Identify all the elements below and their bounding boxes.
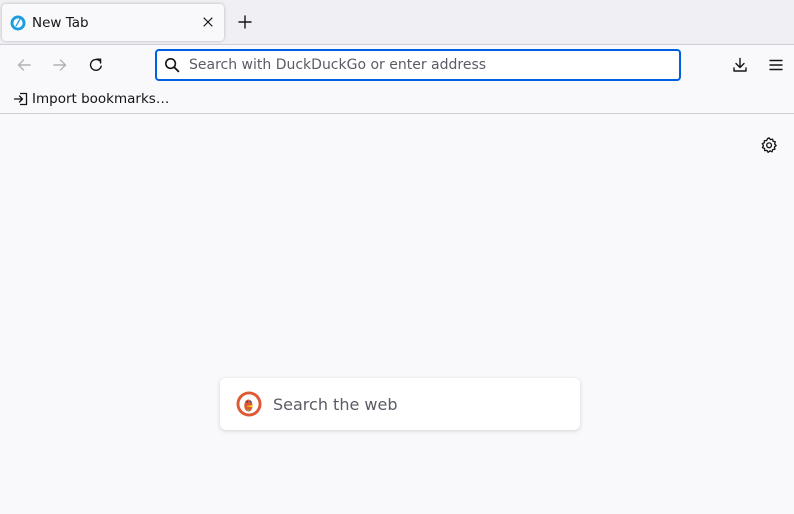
import-icon xyxy=(13,91,29,107)
address-bar[interactable] xyxy=(155,49,681,81)
forward-arrow-icon xyxy=(52,57,68,73)
search-icon xyxy=(164,57,180,73)
navigation-toolbar xyxy=(0,44,794,84)
web-search-input[interactable] xyxy=(273,390,563,418)
import-bookmarks-button[interactable]: Import bookmarks… xyxy=(9,87,173,111)
web-search-box[interactable] xyxy=(220,378,580,430)
app-menu-button[interactable] xyxy=(762,51,790,79)
address-input[interactable] xyxy=(189,53,659,77)
download-icon xyxy=(732,57,748,73)
duckduckgo-logo-icon xyxy=(236,391,262,417)
tab-title: New Tab xyxy=(32,14,89,31)
tab-new-tab[interactable]: New Tab xyxy=(2,4,224,41)
hamburger-menu-icon xyxy=(768,57,784,73)
gear-icon xyxy=(761,137,777,153)
new-tab-page xyxy=(0,114,794,514)
plus-icon xyxy=(238,15,252,29)
import-bookmarks-label: Import bookmarks… xyxy=(32,91,170,107)
bookmarks-toolbar: Import bookmarks… xyxy=(0,84,794,114)
new-tab-button[interactable] xyxy=(231,8,259,36)
tab-strip: New Tab xyxy=(0,0,794,44)
downloads-button[interactable] xyxy=(726,51,754,79)
close-icon[interactable] xyxy=(198,12,218,32)
back-button[interactable] xyxy=(10,51,38,79)
firefox-favicon-icon xyxy=(10,15,26,31)
back-arrow-icon xyxy=(16,57,32,73)
personalize-settings-button[interactable] xyxy=(757,133,781,157)
forward-button[interactable] xyxy=(46,51,74,79)
reload-button[interactable] xyxy=(82,51,110,79)
reload-icon xyxy=(88,57,104,73)
